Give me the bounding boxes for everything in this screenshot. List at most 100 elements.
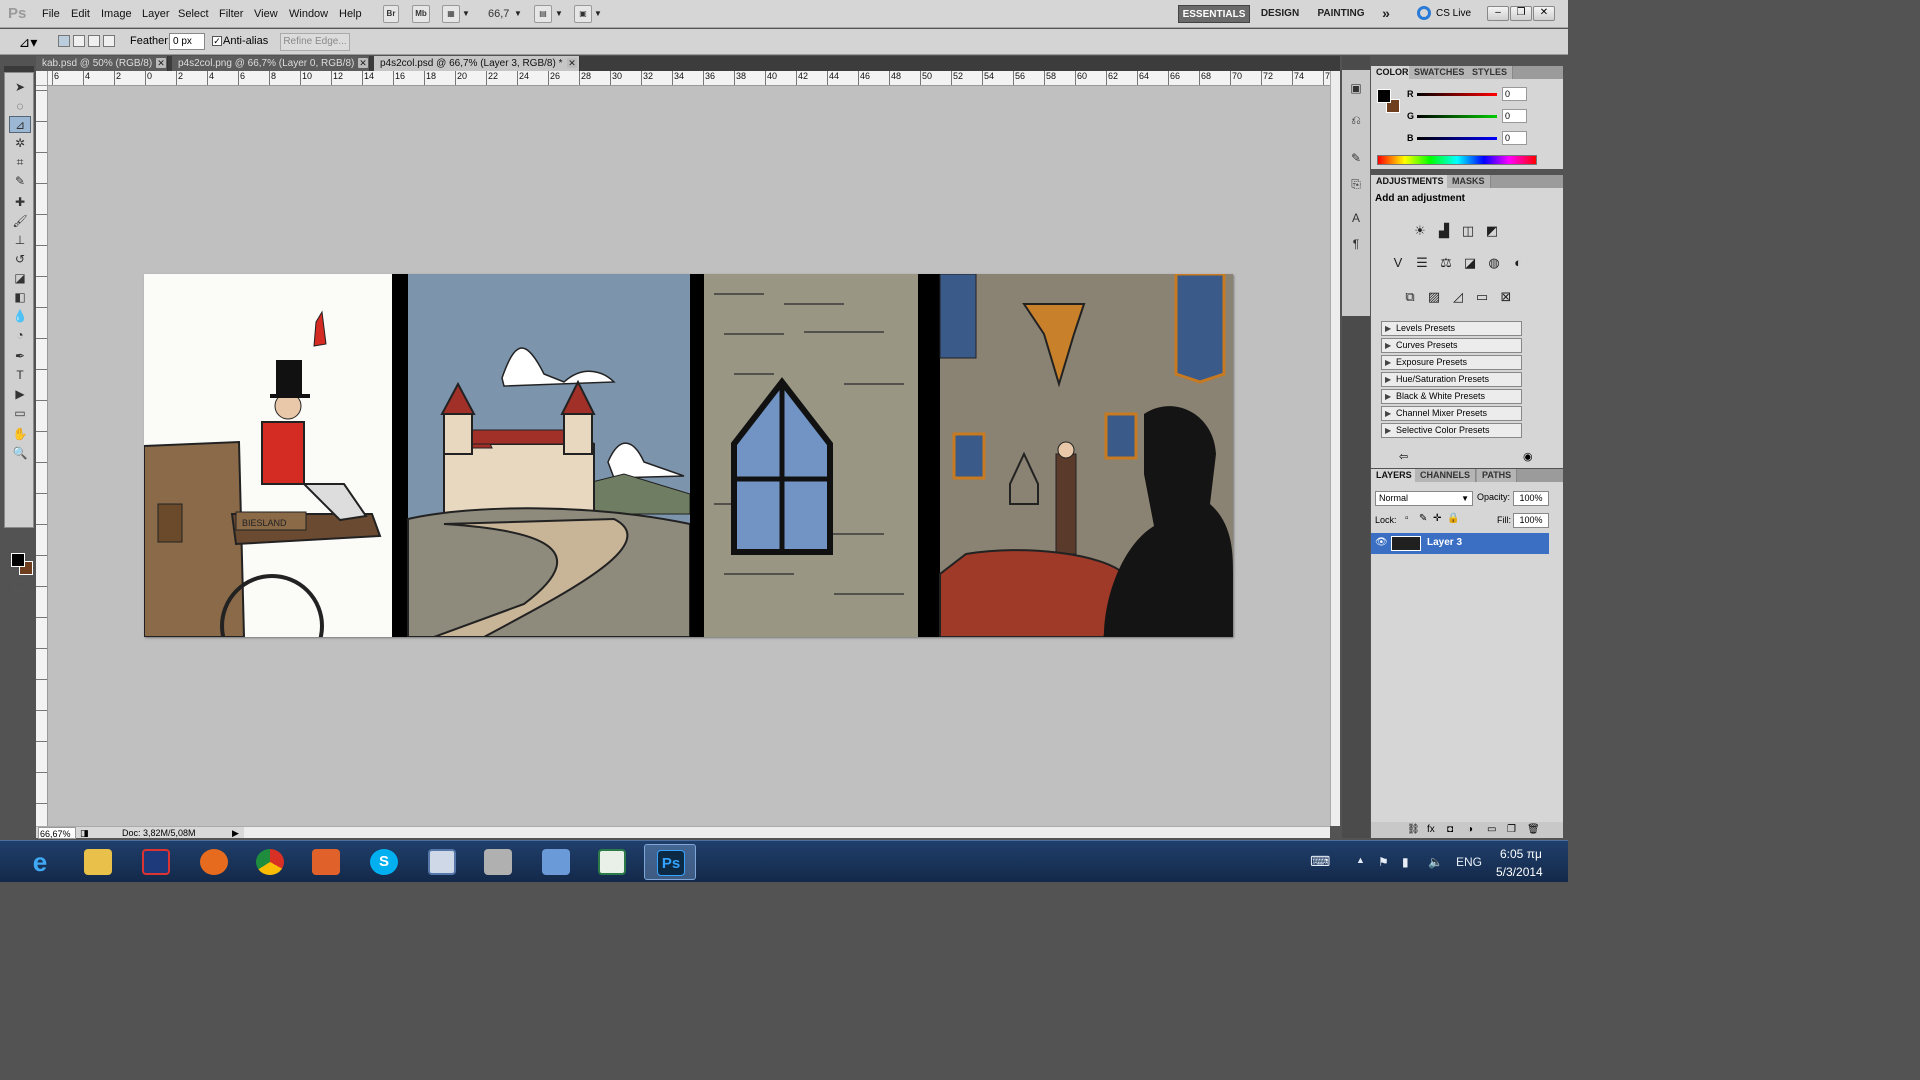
restore-button[interactable]: ❐ bbox=[1510, 6, 1532, 21]
close-icon[interactable]: ✕ bbox=[358, 58, 368, 68]
eraser-tool-icon[interactable]: ◪ bbox=[9, 270, 31, 287]
crop-tool-icon[interactable]: ⌗ bbox=[9, 154, 31, 171]
new-selection-icon[interactable] bbox=[58, 35, 70, 47]
minibridge-button[interactable]: Mb bbox=[412, 5, 430, 23]
color-balance-icon[interactable]: ⚖ bbox=[1437, 254, 1455, 272]
zoom-level[interactable]: 66,7 bbox=[488, 8, 509, 20]
taskbar-remote-desktop[interactable] bbox=[416, 844, 468, 880]
marquee-tool-icon[interactable]: ◌ bbox=[9, 98, 31, 115]
invert-icon[interactable]: ⧉ bbox=[1401, 288, 1419, 306]
threshold-icon[interactable]: ◿ bbox=[1449, 288, 1467, 306]
channel-r-slider[interactable] bbox=[1417, 93, 1497, 96]
action-center-icon[interactable]: ⚑ bbox=[1378, 855, 1389, 869]
curves-icon[interactable]: ◫ bbox=[1459, 222, 1477, 240]
layer-style-icon[interactable]: fx bbox=[1427, 824, 1435, 835]
quick-select-tool-icon[interactable]: ✲ bbox=[9, 135, 31, 152]
chevron-down-icon[interactable]: ▼ bbox=[462, 9, 470, 18]
vertical-scrollbar[interactable] bbox=[1330, 71, 1340, 826]
brush-panel-icon[interactable]: ✎ bbox=[1346, 148, 1366, 168]
keyboard-icon[interactable]: ⌨ bbox=[1310, 853, 1330, 870]
view-extras-icon[interactable]: ▦ bbox=[442, 5, 460, 23]
channel-mixer-icon[interactable]: ◐ bbox=[1509, 254, 1527, 272]
quick-mask-icon[interactable] bbox=[14, 581, 28, 591]
foreground-color-swatch[interactable] bbox=[11, 553, 25, 567]
preset-selective-color[interactable]: ▶ Selective Color Presets bbox=[1381, 423, 1522, 438]
character-panel-icon[interactable]: A bbox=[1346, 208, 1366, 228]
workspace-design[interactable]: DESIGN bbox=[1256, 5, 1304, 23]
close-icon[interactable]: ✕ bbox=[156, 58, 166, 68]
healing-brush-icon[interactable]: ✚ bbox=[9, 194, 31, 211]
ruler-origin[interactable] bbox=[36, 71, 48, 86]
paragraph-panel-icon[interactable]: ¶ bbox=[1346, 234, 1366, 254]
zoom-field[interactable]: 66,67% bbox=[38, 827, 76, 839]
new-group-icon[interactable]: ▭ bbox=[1487, 824, 1496, 835]
new-layer-icon[interactable]: ❐ bbox=[1507, 824, 1516, 835]
taskbar-network-app[interactable] bbox=[530, 844, 582, 880]
tab-layers[interactable]: LAYERS bbox=[1371, 469, 1418, 482]
antialias-checkbox[interactable]: ✓ bbox=[212, 36, 222, 46]
tab-color[interactable]: COLOR bbox=[1371, 66, 1415, 79]
exposure-icon[interactable]: ◩ bbox=[1483, 222, 1501, 240]
shape-tool-icon[interactable]: ▭ bbox=[9, 405, 31, 422]
clock-date[interactable]: 5/3/2014 bbox=[1496, 865, 1543, 879]
adjustment-layer-icon[interactable]: ◑ bbox=[1467, 824, 1473, 835]
feather-input[interactable] bbox=[169, 33, 205, 50]
taskbar-internet-explorer[interactable]: e bbox=[14, 844, 66, 880]
bridge-button[interactable]: Br bbox=[383, 5, 399, 23]
cslive-button[interactable]: CS Live bbox=[1436, 8, 1471, 19]
comic-artwork[interactable]: BIESLAND bbox=[143, 272, 1233, 678]
return-to-list-icon[interactable]: ⇦ bbox=[1399, 450, 1408, 463]
layer-name[interactable]: Layer 3 bbox=[1427, 537, 1462, 548]
type-tool-icon[interactable]: T bbox=[9, 367, 31, 384]
path-select-icon[interactable]: ▶ bbox=[9, 386, 31, 403]
channel-b-value[interactable]: 0 bbox=[1502, 131, 1527, 145]
menu-help[interactable]: Help bbox=[339, 8, 362, 20]
arrange-documents-icon[interactable]: ▤ bbox=[534, 5, 552, 23]
clone-source-icon[interactable]: ⎘ bbox=[1346, 174, 1366, 194]
chevron-down-icon[interactable]: ▼ bbox=[514, 9, 522, 18]
canvas-area[interactable]: BIESLAND bbox=[48, 86, 1330, 826]
menu-image[interactable]: Image bbox=[101, 8, 132, 20]
channel-g-slider[interactable] bbox=[1417, 115, 1497, 118]
subtract-selection-icon[interactable] bbox=[88, 35, 100, 47]
preset-exposure[interactable]: ▶ Exposure Presets bbox=[1381, 355, 1522, 370]
refine-edge-button[interactable]: Refine Edge... bbox=[280, 33, 350, 51]
tab-masks[interactable]: MASKS bbox=[1447, 175, 1491, 188]
hue-saturation-icon[interactable]: ☰ bbox=[1413, 254, 1431, 272]
brightness-icon[interactable]: ☀ bbox=[1411, 222, 1429, 240]
adjustment-options-icon[interactable]: ◉ bbox=[1523, 450, 1533, 463]
levels-icon[interactable]: ▟ bbox=[1435, 222, 1453, 240]
clone-stamp-icon[interactable]: ⊥ bbox=[9, 232, 31, 249]
selective-color-icon[interactable]: ⊠ bbox=[1497, 288, 1515, 306]
taskbar-file-explorer[interactable] bbox=[72, 844, 124, 880]
color-spectrum-ramp[interactable] bbox=[1377, 155, 1537, 165]
screen-mode-icon[interactable]: ▣ bbox=[574, 5, 592, 23]
input-language[interactable]: ENG bbox=[1456, 855, 1482, 869]
opacity-field[interactable]: 100% bbox=[1513, 491, 1549, 506]
taskbar-firefox[interactable] bbox=[188, 844, 240, 880]
add-selection-icon[interactable] bbox=[73, 35, 85, 47]
taskbar-photoshop[interactable]: Ps bbox=[644, 844, 696, 880]
black-white-icon[interactable]: ◪ bbox=[1461, 254, 1479, 272]
tab-styles[interactable]: STYLES bbox=[1467, 66, 1514, 79]
menu-window[interactable]: Window bbox=[289, 8, 328, 20]
doc-tab-p4s2col-psd[interactable]: p4s2col.psd @ 66,7% (Layer 3, RGB/8) * bbox=[374, 56, 580, 71]
posterize-icon[interactable]: ▨ bbox=[1425, 288, 1443, 306]
preset-channel-mixer[interactable]: ▶ Channel Mixer Presets bbox=[1381, 406, 1522, 421]
doc-tab-kab[interactable]: kab.psd @ 50% (RGB/8) bbox=[36, 56, 168, 71]
chevron-down-icon[interactable]: ▼ bbox=[594, 9, 602, 18]
zoom-tool-icon[interactable]: 🔍 bbox=[9, 445, 31, 462]
menu-file[interactable]: File bbox=[42, 8, 60, 20]
minibridge-panel-icon[interactable]: ▣ bbox=[1346, 78, 1366, 98]
paint-bucket-icon[interactable]: ◧ bbox=[9, 289, 31, 306]
chevron-down-icon[interactable]: ▼ bbox=[555, 9, 563, 18]
workspace-essentials[interactable]: ESSENTIALS bbox=[1178, 5, 1250, 23]
eye-icon[interactable]: 👁 bbox=[1375, 537, 1388, 548]
network-signal-icon[interactable]: ▮ bbox=[1402, 855, 1409, 869]
channel-g-value[interactable]: 0 bbox=[1502, 109, 1527, 123]
eyedropper-tool-icon[interactable]: ✎ bbox=[9, 173, 31, 190]
preset-curves[interactable]: ▶ Curves Presets bbox=[1381, 338, 1522, 353]
show-hidden-icons[interactable]: ▲ bbox=[1356, 855, 1365, 865]
taskbar-skype[interactable]: S bbox=[358, 844, 410, 880]
gradient-map-icon[interactable]: ▭ bbox=[1473, 288, 1491, 306]
